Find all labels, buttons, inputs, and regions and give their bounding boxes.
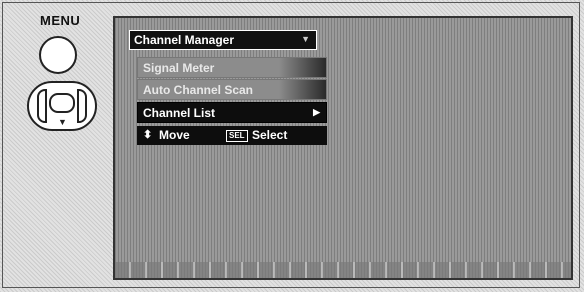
up-down-arrow-icon: ⬍ (143, 129, 153, 141)
menu-item-label: Auto Channel Scan (143, 83, 254, 97)
dpad-center-button[interactable] (49, 93, 75, 113)
chevron-down-icon: ▼ (301, 34, 310, 44)
menu-button[interactable] (39, 36, 77, 74)
sel-key-icon: SEL (226, 130, 248, 142)
dpad-right-button[interactable] (77, 89, 87, 123)
chevron-right-icon: ▶ (313, 107, 320, 117)
osd-title-bar: Channel Manager ▼ (129, 30, 317, 50)
tv-screen: Channel Manager ▼ Signal Meter Auto Chan… (113, 16, 573, 280)
screen-bottom-strip (115, 262, 571, 278)
menu-item-signal-meter[interactable]: Signal Meter (137, 57, 327, 78)
dpad[interactable]: ▼ (27, 81, 97, 131)
menu-item-channel-list[interactable]: Channel List ▶ (137, 102, 327, 123)
help-bar: ⬍ Move SEL Select (137, 126, 327, 145)
menu-item-label: Channel List (143, 106, 216, 120)
chevron-down-icon[interactable]: ▼ (58, 118, 67, 127)
menu-item-label: Signal Meter (143, 61, 215, 75)
menu-label: MENU (40, 13, 81, 28)
menu-item-auto-channel-scan[interactable]: Auto Channel Scan (137, 79, 327, 100)
dpad-left-button[interactable] (37, 89, 47, 123)
help-select-text: Select (252, 128, 288, 142)
help-move-text: Move (159, 128, 190, 142)
device-frame: MENU ▼ Channel Manager ▼ Signal Meter Au… (2, 2, 580, 288)
osd-title: Channel Manager (134, 33, 235, 47)
